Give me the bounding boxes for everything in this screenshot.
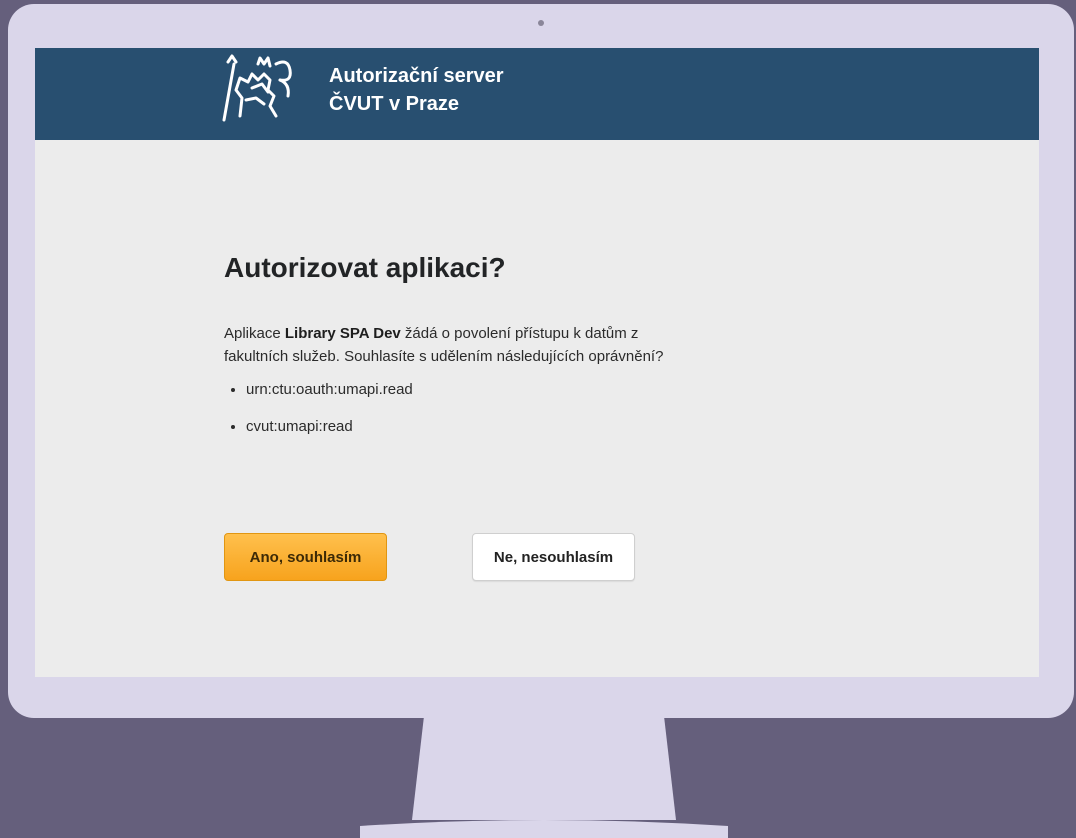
monitor-illustration: Autorizační server ČVUT v Praze Autorizo…	[0, 0, 1076, 838]
browser-screen: Autorizační server ČVUT v Praze Autorizo…	[35, 48, 1039, 677]
ctu-lion-logo-icon	[222, 54, 292, 122]
camera-dot	[538, 20, 544, 26]
decline-button[interactable]: Ne, nesouhlasím	[472, 533, 635, 581]
app-name: Library SPA Dev	[284, 325, 401, 342]
page-title: Autorizovat aplikaci?	[224, 252, 506, 283]
site-header: Autorizační server ČVUT v Praze	[35, 48, 1039, 140]
scope-item: urn:ctu:oauth:umapi.read	[246, 378, 684, 401]
server-title-line2: ČVUT v Praze	[329, 93, 460, 115]
accept-button[interactable]: Ano, souhlasím	[224, 533, 387, 581]
server-title: Autorizační server ČVUT v Praze	[329, 62, 504, 118]
scope-item: cvut:umapi:read	[246, 415, 684, 438]
scope-list: urn:ctu:oauth:umapi.read cvut:umapi:read	[224, 378, 684, 438]
server-title-line1: Autorizační server	[329, 65, 504, 87]
consent-description: Aplikace Library SPA Dev žádá o povolení…	[224, 322, 684, 368]
authorization-panel: Autorizovat aplikaci? Aplikace Library S…	[224, 248, 684, 452]
intro-prefix: Aplikace	[224, 325, 285, 342]
